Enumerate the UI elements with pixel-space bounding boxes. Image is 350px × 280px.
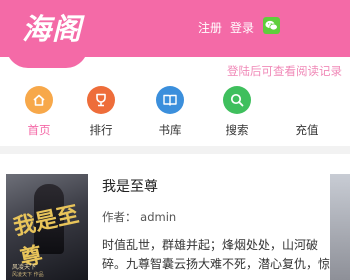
login-link[interactable]: 登录 <box>230 19 254 36</box>
book-description: 时值乱世，群雄并起；烽烟处处，山河破 碎。九尊智囊云扬大难不死，潜心复仇，惊 <box>102 236 345 274</box>
nav-recharge[interactable]: 充值 <box>287 86 327 138</box>
register-link[interactable]: 注册 <box>198 19 222 36</box>
home-icon <box>25 86 53 114</box>
logo-text: 海阁 <box>22 12 83 46</box>
nav-library-label: 书库 <box>158 123 182 137</box>
book-title[interactable]: 我是至尊 <box>102 176 158 196</box>
section-divider <box>0 146 350 154</box>
book-description-line: 碎。九尊智囊云扬大难不死，潜心复仇，惊 <box>102 257 331 271</box>
nav-search[interactable]: 搜索 <box>217 86 257 138</box>
book-description-line: 时值乱世，群雄并起；烽烟处处，山河破 <box>102 238 319 252</box>
nav-search-label: 搜索 <box>225 123 249 137</box>
nav-home-label: 首页 <box>27 123 51 137</box>
book-author: 作者： admin <box>102 210 177 224</box>
book-cover[interactable]: 我是至尊 风凌天下 风凌天下 作品 <box>6 174 88 280</box>
nav-ranking[interactable]: 排行 <box>81 86 121 138</box>
next-book-cover[interactable] <box>330 174 350 280</box>
nav-home[interactable]: 首页 <box>19 86 59 138</box>
search-icon <box>223 86 251 114</box>
cover-author: 风凌天下 作品 <box>12 272 44 278</box>
login-notice[interactable]: 登陆后可查看阅读记录 <box>227 63 342 79</box>
cover-subtitle: 风凌天下 <box>12 264 37 271</box>
nav-recharge-label: 充值 <box>295 123 319 137</box>
trophy-icon <box>87 86 115 114</box>
book-icon <box>156 86 184 114</box>
nav-library[interactable]: 书库 <box>150 86 190 138</box>
wechat-icon[interactable] <box>263 17 280 34</box>
nav-ranking-label: 排行 <box>89 123 113 137</box>
logo[interactable]: 海阁 <box>6 0 88 68</box>
